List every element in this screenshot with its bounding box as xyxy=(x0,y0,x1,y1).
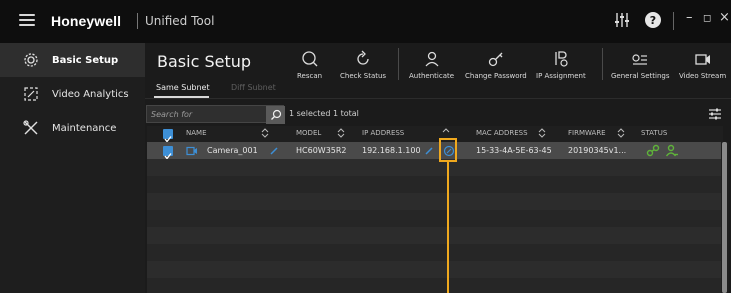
sidebar-item-video-analytics[interactable]: Video Analytics xyxy=(0,77,145,111)
analytics-icon xyxy=(24,87,38,101)
video-stream-button[interactable]: Video Stream xyxy=(679,49,726,80)
selection-count: 1 selected 1 total xyxy=(289,109,359,118)
table-row-empty xyxy=(147,176,723,193)
maximize-button[interactable]: ◻ xyxy=(703,13,711,24)
column-header-ip: IP ADDRESS xyxy=(362,129,405,137)
video-stream-icon xyxy=(694,54,710,65)
sidebar-item-label: Video Analytics xyxy=(52,88,129,100)
menu-icon[interactable] xyxy=(19,12,35,28)
column-header-status: STATUS xyxy=(641,129,668,137)
tab-diff-subnet[interactable]: Diff Subnet xyxy=(231,83,276,92)
edit-icon[interactable] xyxy=(269,146,279,156)
row-checkbox[interactable] xyxy=(163,146,173,160)
settings-icon xyxy=(632,54,648,65)
search-box xyxy=(146,105,285,124)
check-status-label: Check Status xyxy=(340,72,387,80)
table-row-empty xyxy=(147,210,723,227)
sort-icon[interactable] xyxy=(617,128,625,138)
tab-divider xyxy=(145,98,731,99)
minimize-button[interactable]: – xyxy=(686,10,693,25)
page-title: Basic Setup xyxy=(157,52,252,71)
table-row[interactable]: Camera_001 HC60W35R2 192.168.1.100 15-33… xyxy=(147,142,723,160)
sort-icon[interactable] xyxy=(337,128,345,138)
camera-icon xyxy=(186,146,197,156)
sidebar-item-basic-setup[interactable]: Basic Setup xyxy=(0,43,145,77)
toolbar-divider xyxy=(673,12,674,30)
column-header-model: MODEL xyxy=(296,129,322,137)
table-header: NAME MODEL IP ADDRESS MAC ADDRESS FIRMWA… xyxy=(147,126,723,143)
equalizer-icon[interactable] xyxy=(613,11,631,29)
table-row-empty xyxy=(147,244,723,261)
search-icon xyxy=(270,109,281,120)
scrollbar-thumb[interactable] xyxy=(722,142,727,293)
sidebar: Basic Setup Video Analytics Maintenance xyxy=(0,43,145,293)
video-stream-label: Video Stream xyxy=(679,72,727,80)
sort-icon[interactable] xyxy=(538,128,546,138)
device-model: HC60W35R2 xyxy=(296,146,347,155)
auth-status-icon xyxy=(665,144,678,157)
title-divider xyxy=(137,13,138,29)
sidebar-item-label: Basic Setup xyxy=(52,54,119,66)
column-settings-icon[interactable] xyxy=(708,107,722,121)
change-password-label: Change Password xyxy=(465,72,527,80)
brand-logo: Honeywell xyxy=(51,13,122,29)
main-panel: Basic Setup Rescan Check Status Authenti… xyxy=(145,43,731,293)
sidebar-item-maintenance[interactable]: Maintenance xyxy=(0,111,145,145)
toolbar-divider xyxy=(398,48,399,80)
table-row-empty xyxy=(147,278,723,293)
rescan-label: Rescan xyxy=(297,72,323,80)
network-status-icon xyxy=(646,144,660,157)
table-row-empty xyxy=(147,261,723,278)
help-icon[interactable]: ? xyxy=(644,11,662,29)
tab-same-subnet[interactable]: Same Subnet xyxy=(156,83,210,92)
device-name: Camera_001 xyxy=(207,146,258,155)
sidebar-item-label: Maintenance xyxy=(52,122,117,134)
key-icon xyxy=(488,52,503,67)
svg-text:?: ? xyxy=(650,14,656,27)
rescan-button[interactable]: Rescan xyxy=(297,49,322,80)
app-name: Unified Tool xyxy=(145,14,215,28)
refresh-icon xyxy=(357,50,369,65)
callout-line xyxy=(447,162,449,293)
rescan-icon xyxy=(301,51,317,67)
callout-highlight-box xyxy=(439,138,457,162)
gear-icon xyxy=(24,53,38,67)
column-header-name: NAME xyxy=(186,129,207,137)
general-settings-button[interactable]: General Settings xyxy=(611,49,670,80)
select-all-checkbox[interactable] xyxy=(163,129,173,143)
authenticate-button[interactable]: Authenticate xyxy=(409,49,454,80)
user-icon xyxy=(425,51,439,67)
change-password-button[interactable]: Change Password xyxy=(465,49,527,80)
close-button[interactable]: × xyxy=(719,10,730,25)
ip-assignment-label: IP Assignment xyxy=(536,72,586,80)
search-input[interactable] xyxy=(151,108,261,121)
table-row-empty xyxy=(147,227,723,244)
sort-icon[interactable] xyxy=(442,128,450,138)
device-ip: 192.168.1.100 xyxy=(362,146,421,155)
ip-assignment-icon xyxy=(555,51,568,67)
table-row-empty xyxy=(147,159,723,176)
tools-icon xyxy=(23,120,38,135)
search-button[interactable] xyxy=(266,106,285,124)
device-firmware: 20190345v1... xyxy=(568,146,627,155)
title-bar: Honeywell Unified Tool ? – ◻ × xyxy=(0,0,731,43)
general-settings-label: General Settings xyxy=(611,72,670,80)
table-row-empty xyxy=(147,193,723,210)
column-header-firmware: FIRMWARE xyxy=(568,129,606,137)
sort-icon[interactable] xyxy=(261,128,269,138)
ip-assignment-button[interactable]: IP Assignment xyxy=(536,49,586,80)
check-status-button[interactable]: Check Status xyxy=(340,49,386,80)
toolbar-divider xyxy=(602,48,603,80)
column-header-mac: MAC ADDRESS xyxy=(476,129,528,137)
authenticate-label: Authenticate xyxy=(409,72,455,80)
device-mac: 15-33-4A-5E-63-45 xyxy=(476,146,552,155)
device-table: NAME MODEL IP ADDRESS MAC ADDRESS FIRMWA… xyxy=(147,126,723,293)
edit-ip-icon[interactable] xyxy=(424,146,434,156)
